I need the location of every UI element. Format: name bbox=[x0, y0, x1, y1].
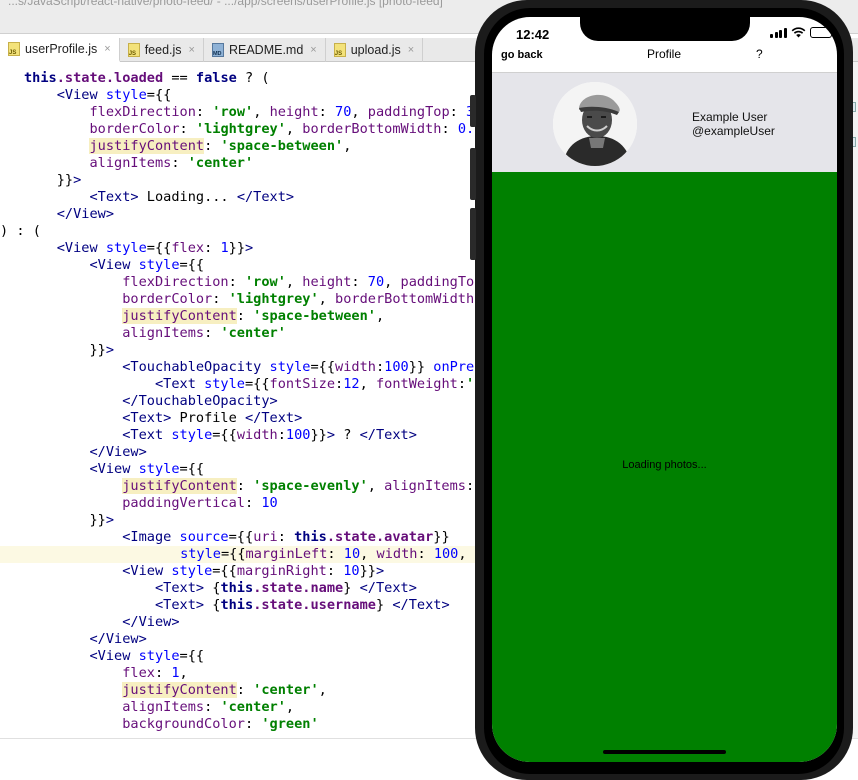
tab-upload-js[interactable]: upload.js × bbox=[326, 38, 424, 62]
code-line[interactable]: <Text style={{width:100}}> ? </Text> bbox=[24, 427, 417, 444]
js-file-icon bbox=[333, 43, 346, 57]
photos-container: Loading photos... bbox=[492, 172, 837, 762]
code-line[interactable]: borderColor: 'lightgrey', borderBottomWi… bbox=[24, 121, 480, 138]
code-line[interactable]: alignItems: 'center', bbox=[24, 699, 294, 716]
code-line[interactable]: flexDirection: 'row', height: 70, paddin… bbox=[24, 274, 480, 291]
code-line[interactable]: justifyContent: 'space-between', bbox=[24, 138, 351, 155]
avatar bbox=[553, 82, 637, 166]
phone-notch bbox=[580, 17, 750, 41]
code-line[interactable]: flex: 1, bbox=[24, 665, 188, 682]
code-line[interactable]: backgroundColor: 'green' bbox=[24, 716, 318, 733]
code-line[interactable]: flexDirection: 'row', height: 70, paddin… bbox=[24, 104, 480, 121]
code-line[interactable]: <View style={{ bbox=[24, 461, 204, 478]
tab-label: feed.js bbox=[144, 43, 182, 57]
phone-side-button bbox=[470, 148, 476, 200]
status-time: 12:42 bbox=[516, 27, 550, 42]
code-line[interactable]: }}> bbox=[24, 342, 114, 359]
code-line[interactable]: ) : ( bbox=[0, 223, 41, 240]
close-tab-icon[interactable]: × bbox=[104, 43, 110, 55]
loading-photos-text: Loading photos... bbox=[622, 459, 707, 471]
code-line[interactable]: alignItems: 'center' bbox=[24, 325, 286, 342]
code-line[interactable]: <View style={{flex: 1}}> bbox=[24, 240, 253, 257]
md-file-icon bbox=[211, 43, 224, 57]
tab-readme-md[interactable]: README.md × bbox=[204, 38, 326, 62]
code-line[interactable]: paddingVertical: 10 bbox=[24, 495, 278, 512]
code-line[interactable]: justifyContent: 'center', bbox=[24, 682, 327, 699]
code-line[interactable]: borderColor: 'lightgrey', borderBottomWi… bbox=[24, 291, 480, 308]
profile-username: @exampleUser bbox=[692, 124, 775, 138]
profile-header: Example User @exampleUser bbox=[492, 72, 837, 172]
close-tab-icon[interactable]: × bbox=[408, 44, 414, 56]
go-back-button[interactable]: go back bbox=[501, 49, 543, 61]
js-file-icon bbox=[127, 43, 140, 57]
code-line[interactable]: }}> bbox=[24, 512, 114, 529]
code-line[interactable]: <View style={{marginRight: 10}}> bbox=[24, 563, 384, 580]
code-line[interactable]: <Text> {this.state.name} </Text> bbox=[24, 580, 417, 597]
code-line[interactable]: justifyContent: 'space-evenly', alignIte… bbox=[24, 478, 480, 495]
code-line[interactable]: <Text> Profile </Text> bbox=[24, 410, 302, 427]
code-line[interactable]: style={{marginLeft: 10, width: 100, he bbox=[0, 546, 480, 563]
profile-nav-bar: go back Profile ? bbox=[492, 43, 837, 71]
js-file-icon bbox=[8, 42, 20, 56]
tab-label: README.md bbox=[228, 43, 304, 57]
code-line[interactable]: </View> bbox=[24, 444, 146, 461]
cellular-signal-icon bbox=[770, 27, 787, 38]
tab-userprofile-js[interactable]: userProfile.js × bbox=[0, 38, 120, 62]
phone-side-button bbox=[470, 208, 476, 260]
close-tab-icon[interactable]: × bbox=[189, 44, 195, 56]
code-line[interactable]: </View> bbox=[24, 631, 146, 648]
code-line[interactable]: this.state.loaded == false ? ( bbox=[24, 70, 270, 87]
code-line[interactable]: <Text style={{fontSize:12, fontWeight:'b… bbox=[24, 376, 480, 393]
code-line[interactable]: </View> bbox=[24, 614, 179, 631]
home-indicator[interactable] bbox=[603, 750, 726, 754]
close-tab-icon[interactable]: × bbox=[310, 44, 316, 56]
user-avatar-photo bbox=[553, 82, 637, 166]
tab-label: userProfile.js bbox=[25, 42, 98, 56]
code-line[interactable]: <View style={{ bbox=[24, 87, 172, 104]
phone-screen: 12:42 go back Profile ? Example User @ex… bbox=[492, 17, 837, 762]
code-line[interactable]: <TouchableOpacity style={{width:100}} on… bbox=[24, 359, 480, 376]
code-line[interactable]: <View style={{ bbox=[24, 257, 204, 274]
code-line[interactable]: justifyContent: 'space-between', bbox=[24, 308, 384, 325]
battery-icon bbox=[809, 27, 835, 38]
code-line[interactable]: <Image source={{uri: this.state.avatar}} bbox=[24, 529, 449, 546]
nav-title: Profile bbox=[647, 47, 682, 61]
code-line[interactable]: <Text> {this.state.username} </Text> bbox=[24, 597, 450, 614]
code-line[interactable]: </TouchableOpacity> bbox=[24, 393, 278, 410]
tab-feed-js[interactable]: feed.js × bbox=[120, 38, 204, 62]
profile-name: Example User bbox=[692, 110, 768, 124]
tab-label: upload.js bbox=[350, 43, 401, 57]
help-button[interactable]: ? bbox=[756, 47, 763, 61]
wifi-icon bbox=[791, 27, 805, 38]
code-editor[interactable]: this.state.loaded == false ? ( <View sty… bbox=[0, 68, 480, 736]
ide-title-path: ...s/JavaScript/react-native/photo-feed/… bbox=[8, 0, 443, 8]
code-line[interactable]: <View style={{ bbox=[24, 648, 204, 665]
status-icons bbox=[770, 27, 835, 38]
phone-side-button bbox=[470, 95, 476, 127]
code-line[interactable]: alignItems: 'center' bbox=[24, 155, 253, 172]
code-line[interactable]: <Text> Loading... </Text> bbox=[24, 189, 294, 206]
code-line[interactable]: </View> bbox=[24, 206, 114, 223]
code-line[interactable]: }}> bbox=[24, 172, 82, 189]
